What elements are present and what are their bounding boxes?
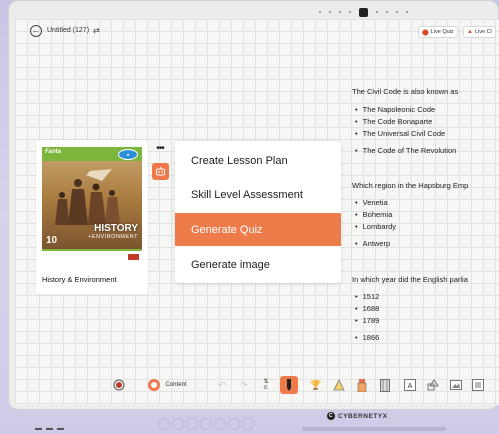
slides-icon[interactable] (472, 377, 484, 393)
redo-icon[interactable]: ↷ (238, 377, 250, 393)
layers-icon[interactable]: ⇅ ≡ (261, 377, 271, 393)
hardware-buttons (158, 418, 254, 430)
content-label: Content (165, 382, 187, 388)
triangle-icon[interactable] (333, 377, 345, 393)
menu-item-skill-level-assessment[interactable]: Skill Level Assessment (175, 178, 341, 211)
quiz-panel: The Civil Code is also known as The Napo… (352, 19, 499, 405)
undo-icon[interactable]: ↶ (216, 377, 228, 393)
menu-item-generate-image[interactable]: Generate image (175, 248, 341, 281)
device-brand: C CYBERNETYX (327, 412, 387, 420)
trophy-icon[interactable]: 🏆 (310, 377, 322, 393)
quiz-option: The Code Bonaparte (355, 117, 433, 126)
content-button[interactable]: Content (137, 377, 197, 393)
cover-subtitle: +ENVIRONMENT (88, 234, 138, 240)
robot-icon (156, 167, 165, 176)
quiz-option: Venetia (355, 198, 388, 207)
speaker-icon: ▬ ▬ ▬ (35, 425, 65, 432)
record-icon[interactable] (111, 377, 127, 393)
content-icon (148, 379, 161, 391)
bottom-toolbar: Content ↶ ↷ ⇅ ≡ 🏆 A (104, 373, 499, 397)
device-footer: ▬ ▬ ▬ C CYBERNETYX (0, 410, 499, 434)
svg-text:A: A (408, 383, 413, 390)
film-icon[interactable] (379, 377, 391, 393)
image-icon[interactable] (450, 377, 462, 393)
quiz-option: The Universal Civil Code (355, 129, 446, 138)
quiz-option: The Napoleonic Code (355, 105, 436, 114)
marker-icon[interactable] (356, 377, 368, 393)
back-arrow-icon[interactable]: ← (30, 25, 42, 37)
quiz-option: 1789 (355, 316, 380, 325)
screen: ← Untitled (127) ⇄ ⬤ Live Quiz ▲ Live Cl… (15, 19, 499, 405)
quiz-option: Lombardy (355, 222, 396, 231)
cover-title: HISTORY (94, 223, 138, 234)
camera-icon (359, 7, 368, 17)
swap-icon[interactable]: ⇄ (93, 26, 100, 35)
pen-icon[interactable] (280, 376, 298, 394)
more-options-button[interactable]: ••• (153, 144, 167, 157)
home-indicator[interactable] (302, 427, 446, 431)
brand-name: CYBERNETYX (338, 412, 388, 420)
document-title: Untitled (127) (47, 27, 90, 34)
quiz-question: The Civil Code is also known as (352, 87, 459, 96)
ai-actions-menu: Create Lesson Plan Skill Level Assessmen… (175, 141, 341, 283)
quiz-option: 1866 (355, 333, 380, 342)
menu-item-create-lesson-plan[interactable]: Create Lesson Plan (175, 144, 341, 177)
cover-grade: 10 (46, 235, 58, 246)
quiz-option: Antwerp (355, 239, 391, 248)
quiz-question: In which year did the English parlia (352, 275, 468, 284)
camera-strip (319, 6, 429, 18)
shapes-icon[interactable] (427, 377, 439, 393)
brand-logo-icon: C (327, 412, 335, 420)
book-cover: Fanta ★ HISTORY +ENVIRONMENT 10 (42, 147, 142, 263)
quiz-question: Which region in the Hapsburg Emp (352, 181, 469, 190)
quiz-option: 1688 (355, 304, 380, 313)
text-box-icon[interactable]: A (404, 377, 416, 393)
cover-brand: Fanta (45, 149, 62, 155)
cover-author-tag (128, 254, 139, 260)
book-label: History & Environment (42, 275, 117, 284)
ai-bot-button[interactable] (152, 163, 169, 180)
series-badge-icon: ★ (118, 149, 138, 160)
cover-illustration (55, 169, 120, 225)
quiz-option: Bohemia (355, 210, 393, 219)
book-card[interactable]: Fanta ★ HISTORY +ENVIRONMENT 10 History … (36, 140, 148, 294)
quiz-option: 1512 (355, 292, 380, 301)
quiz-option: The Code of The Revolution (355, 146, 457, 155)
menu-item-generate-quiz[interactable]: Generate Quiz (175, 213, 341, 246)
